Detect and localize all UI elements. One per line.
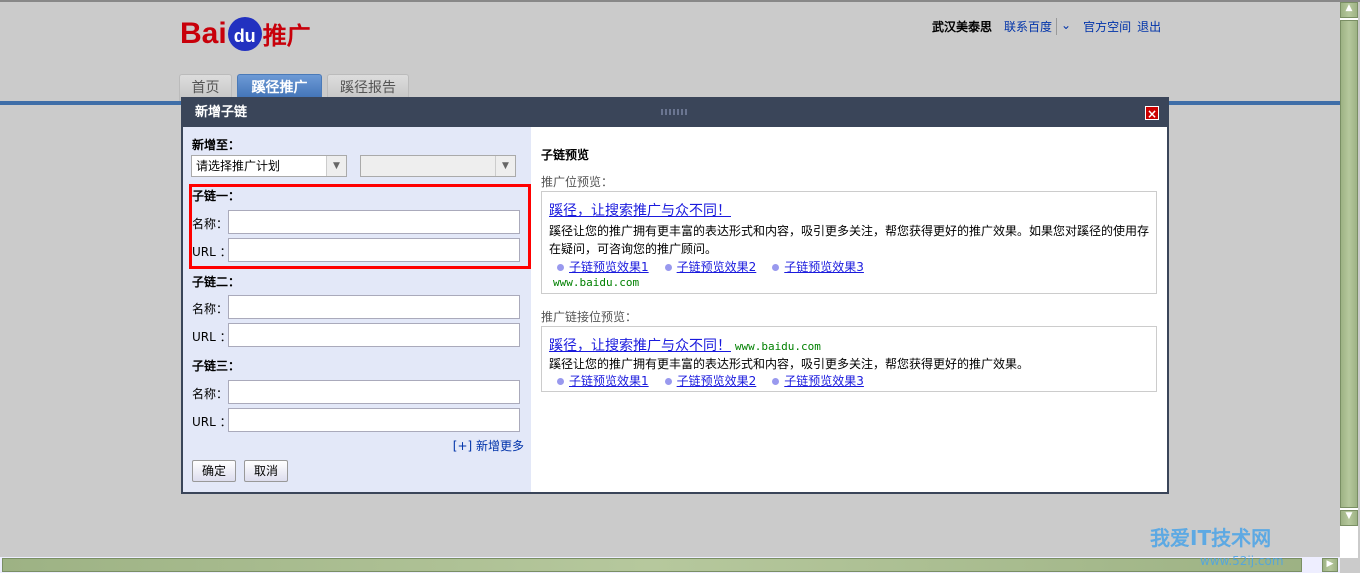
bullet-icon: [664, 378, 672, 385]
sublink2-url-input[interactable]: [228, 323, 520, 347]
plan-select[interactable]: 请选择推广计划 ▼: [191, 155, 347, 177]
promo-preview-box: 蹊径，让搜索推广与众不同！ 蹊径让您的推广拥有更丰富的表达形式和内容，吸引更多关…: [541, 191, 1157, 294]
add-to-label: 新增至：: [192, 138, 241, 152]
url-label: URL ：: [192, 245, 232, 259]
scroll-right-icon[interactable]: ▶: [1322, 558, 1338, 572]
sublink-form: 新增至： 请选择推广计划 ▼ ▼ 子链一： 名称： URL ： 子链二： 名称： …: [183, 127, 531, 492]
sublink-preview-2[interactable]: 子链预览效果2: [677, 374, 757, 388]
preview1-label: 推广位预览：: [541, 175, 614, 189]
sublink2-label: 子链二：: [192, 275, 241, 289]
sublink-preview-2[interactable]: 子链预览效果2: [677, 260, 757, 274]
sublink3-label: 子链三：: [192, 359, 241, 373]
official-space-link[interactable]: 官方空间: [1083, 18, 1131, 35]
preview-title: 子链预览: [541, 148, 590, 162]
drag-handle[interactable]: [661, 109, 689, 115]
sublink-preview-3[interactable]: 子链预览效果3: [784, 260, 864, 274]
bullet-icon: [772, 264, 780, 271]
bullet-icon: [772, 378, 780, 385]
ad-title-link[interactable]: 蹊径，让搜索推广与众不同！: [549, 203, 731, 219]
horizontal-scroll-thumb[interactable]: [2, 558, 1302, 572]
cancel-button[interactable]: 取消: [244, 460, 288, 482]
chevron-down-icon: ▼: [495, 156, 515, 176]
bullet-icon: [557, 378, 564, 385]
bullet-icon: [664, 264, 672, 271]
ad-url: www.baidu.com: [553, 276, 640, 289]
chevron-down-icon: ▼: [326, 156, 346, 176]
watermark-logo: 我爱IT技术网: [1150, 526, 1272, 550]
sublink1-url-input[interactable]: [228, 238, 520, 262]
vertical-scrollbar[interactable]: ▲ ▼: [1340, 2, 1358, 558]
unit-select[interactable]: ▼: [360, 155, 516, 177]
sublink1-label: 子链一：: [192, 189, 241, 203]
add-sublink-dialog: 新增子链 × 新增至： 请选择推广计划 ▼ ▼ 子链一： 名称： URL ： 子链…: [181, 97, 1169, 494]
sublink3-name-input[interactable]: [228, 380, 520, 404]
scroll-down-icon[interactable]: ▼: [1340, 510, 1358, 526]
close-icon[interactable]: ×: [1145, 106, 1159, 121]
ad-url: www.baidu.com: [734, 340, 821, 353]
username: 武汉美泰思: [932, 20, 993, 34]
watermark-url: www.52ij.com: [1200, 554, 1284, 568]
chevron-down-icon[interactable]: ⌄: [1056, 18, 1071, 35]
top-nav: 武汉美泰思 联系百度 ⌄ 官方空间 退出: [932, 18, 1161, 35]
ad-description: 蹊径让您的推广拥有更丰富的表达形式和内容，吸引更多关注，帮您获得更好的推广效果。: [549, 357, 1030, 371]
sublink-preview-1[interactable]: 子链预览效果1: [569, 374, 649, 388]
sublink3-url-input[interactable]: [228, 408, 520, 432]
name-label: 名称：: [192, 217, 229, 231]
url-label: URL ：: [192, 415, 232, 429]
sublink-preview: 子链预览 推广位预览： 蹊径，让搜索推广与众不同！ 蹊径让您的推广拥有更丰富的表…: [531, 127, 1167, 492]
ad-description: 蹊径让您的推广拥有更丰富的表达形式和内容，吸引更多关注，帮您获得更好的推广效果。…: [549, 224, 1150, 256]
name-label: 名称：: [192, 302, 229, 316]
contact-baidu-link[interactable]: 联系百度: [1004, 18, 1052, 35]
ad-title-link[interactable]: 蹊径，让搜索推广与众不同！: [549, 338, 731, 354]
sublink2-name-input[interactable]: [228, 295, 520, 319]
vertical-scroll-thumb[interactable]: [1340, 20, 1358, 508]
link-preview-box: 蹊径，让搜索推广与众不同！ www.baidu.com 蹊径让您的推广拥有更丰富…: [541, 326, 1157, 392]
name-label: 名称：: [192, 387, 229, 401]
sublink-preview-3[interactable]: 子链预览效果3: [784, 374, 864, 388]
preview2-label: 推广链接位预览：: [541, 310, 638, 324]
url-label: URL ：: [192, 330, 232, 344]
baidu-logo: Bai du 推广: [180, 17, 311, 51]
add-more-link[interactable]: [+] 新增更多: [453, 437, 524, 454]
sublink-preview-1[interactable]: 子链预览效果1: [569, 260, 649, 274]
horizontal-scrollbar[interactable]: ▶: [0, 557, 1340, 573]
logout-link[interactable]: 退出: [1137, 18, 1161, 35]
ok-button[interactable]: 确定: [192, 460, 236, 482]
scroll-up-icon[interactable]: ▲: [1340, 2, 1358, 18]
bullet-icon: [557, 264, 564, 271]
sublink1-name-input[interactable]: [228, 210, 520, 234]
